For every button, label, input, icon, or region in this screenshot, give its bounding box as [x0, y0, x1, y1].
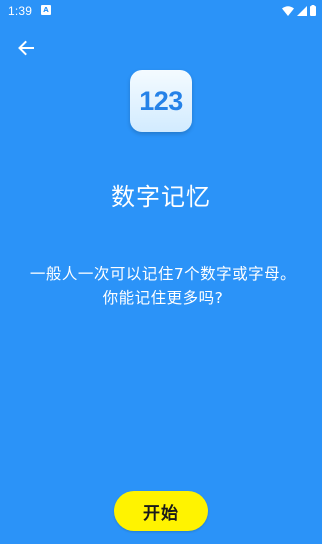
- status-time: 1:39: [8, 4, 33, 18]
- notification-icon-glyph: A: [43, 5, 49, 14]
- description-text: 一般人一次可以记住7个数字或字母。你能记住更多吗?: [29, 265, 297, 307]
- wifi-icon: [282, 5, 294, 16]
- back-button[interactable]: [14, 36, 38, 60]
- battery-icon: [310, 5, 316, 16]
- page-title: 数字记忆: [111, 183, 211, 211]
- app-icon-label: 123: [139, 85, 183, 116]
- start-button[interactable]: 开始: [114, 491, 208, 531]
- arrow-left-icon: [18, 40, 34, 56]
- status-icons: [282, 5, 316, 16]
- notification-icon: A: [41, 5, 51, 15]
- signal-icon: [297, 5, 307, 16]
- status-bar: 1:39 A: [0, 0, 322, 22]
- app-icon: 123: [130, 70, 192, 132]
